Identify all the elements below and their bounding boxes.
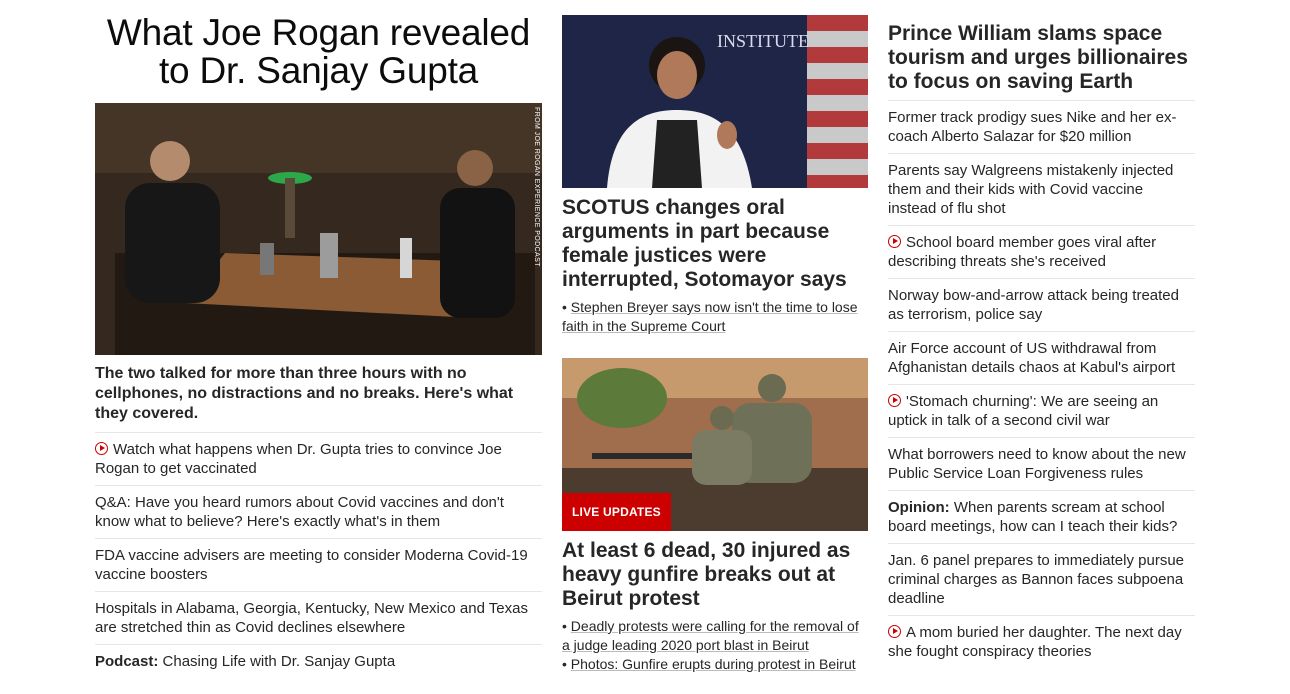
sub-link[interactable]: • Stephen Breyer says now isn't the time… (562, 298, 868, 336)
sub-link[interactable]: • Deadly protests were calling for the r… (562, 617, 868, 655)
link-text: Former track prodigy sues Nike and her e… (888, 109, 1177, 145)
link-text: FDA vaccine advisers are meeting to cons… (95, 547, 528, 583)
play-video-icon (888, 235, 901, 248)
related-link[interactable]: Hospitals in Alabama, Georgia, Kentucky,… (95, 591, 542, 644)
link-text: What borrowers need to know about the ne… (888, 446, 1186, 482)
headlines-list: Former track prodigy sues Nike and her e… (888, 100, 1195, 668)
headline-link[interactable]: Jan. 6 panel prepares to immediately pur… (888, 543, 1195, 615)
related-link[interactable]: Q&A: Have you heard rumors about Covid v… (95, 485, 542, 538)
headline-link[interactable]: Opinion: When parents scream at school b… (888, 490, 1195, 543)
link-text: Chasing Life with Dr. Sanjay Gupta (162, 653, 396, 670)
headline-link[interactable]: Air Force account of US withdrawal from … (888, 331, 1195, 384)
related-link[interactable]: Watch what happens when Dr. Gupta tries … (95, 432, 542, 485)
link-prefix: Opinion: (888, 499, 950, 516)
live-updates-badge: LIVE UPDATES (562, 493, 671, 531)
sub-link-text: Photos: Gunfire erupts during protest in… (570, 656, 856, 672)
beirut-headline[interactable]: At least 6 dead, 30 injured as heavy gun… (562, 539, 868, 611)
lead-story-title[interactable]: What Joe Rogan revealed to Dr. Sanjay Gu… (95, 14, 542, 90)
related-link[interactable]: FDA vaccine advisers are meeting to cons… (95, 538, 542, 591)
scotus-story-image[interactable]: INSTITUTE (562, 15, 868, 188)
institute-sign-text: INSTITUTE (717, 31, 809, 51)
link-text: Norway bow-and-arrow attack being treate… (888, 287, 1179, 323)
link-text: 'Stomach churning': We are seeing an upt… (888, 393, 1159, 429)
link-text: Parents say Walgreens mistakenly injecte… (888, 162, 1174, 217)
beirut-story-image[interactable]: LIVE UPDATES (562, 358, 868, 531)
link-text: Q&A: Have you heard rumors about Covid v… (95, 494, 504, 530)
beirut-sub-links: • Deadly protests were calling for the r… (562, 617, 868, 674)
link-prefix: Podcast: (95, 653, 159, 670)
headline-link[interactable]: Parents say Walgreens mistakenly injecte… (888, 153, 1195, 225)
headline-link[interactable]: Norway bow-and-arrow attack being treate… (888, 278, 1195, 331)
sub-link-text: Deadly protests were calling for the rem… (562, 618, 859, 653)
link-text: A mom buried her daughter. The next day … (888, 624, 1182, 660)
headline-link[interactable]: School board member goes viral after des… (888, 225, 1195, 278)
sub-link-text: Stephen Breyer says now isn't the time t… (562, 299, 858, 334)
play-video-icon (95, 442, 108, 455)
link-text: Watch what happens when Dr. Gupta tries … (95, 441, 502, 477)
headline-link[interactable]: Former track prodigy sues Nike and her e… (888, 100, 1195, 153)
photo-credit: FROM JOE ROGAN EXPERIENCE PODCAST (533, 107, 540, 267)
play-video-icon (888, 394, 901, 407)
lead-story-description[interactable]: The two talked for more than three hours… (95, 364, 542, 424)
link-text: Hospitals in Alabama, Georgia, Kentucky,… (95, 600, 528, 636)
lead-story-image[interactable]: FROM JOE ROGAN EXPERIENCE PODCAST (95, 103, 542, 355)
headline-link[interactable]: What borrowers need to know about the ne… (888, 437, 1195, 490)
headline-link[interactable]: A mom buried her daughter. The next day … (888, 615, 1195, 668)
prince-william-headline[interactable]: Prince William slams space tourism and u… (888, 22, 1195, 94)
headline-link[interactable]: 'Stomach churning': We are seeing an upt… (888, 384, 1195, 437)
related-links-list: Watch what happens when Dr. Gupta tries … (95, 432, 542, 678)
link-text: Jan. 6 panel prepares to immediately pur… (888, 552, 1185, 607)
related-link[interactable]: Podcast: Chasing Life with Dr. Sanjay Gu… (95, 644, 542, 678)
link-text: Air Force account of US withdrawal from … (888, 340, 1176, 376)
middle-column: INSTITUTE SCOTUS changes oral arguments … (562, 0, 868, 674)
play-video-icon (888, 625, 901, 638)
scotus-sub-links: • Stephen Breyer says now isn't the time… (562, 298, 868, 336)
podcast-studio-illustration (95, 103, 542, 355)
lead-story-column: What Joe Rogan revealed to Dr. Sanjay Gu… (95, 0, 542, 678)
right-column: Prince William slams space tourism and u… (888, 0, 1195, 668)
sotomayor-photo-illustration: INSTITUTE (562, 15, 868, 188)
scotus-headline[interactable]: SCOTUS changes oral arguments in part be… (562, 196, 868, 292)
link-text: School board member goes viral after des… (888, 234, 1157, 270)
sub-link[interactable]: • Photos: Gunfire erupts during protest … (562, 655, 868, 674)
